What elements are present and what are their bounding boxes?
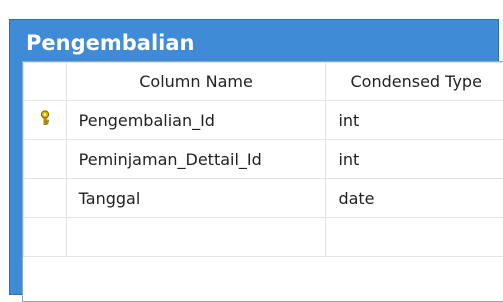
column-name-cell[interactable] xyxy=(66,218,326,257)
table-row[interactable]: Peminjaman_Dettail_Id int xyxy=(24,140,503,179)
columns-table: Column Name Condensed Type Pe xyxy=(23,62,503,257)
row-selector[interactable] xyxy=(24,218,67,257)
row-selector[interactable] xyxy=(24,101,67,140)
column-name-cell[interactable]: Tanggal xyxy=(66,179,326,218)
table-designer-box[interactable]: Pengembalian Column Name Condensed Type xyxy=(9,19,499,295)
row-selector[interactable] xyxy=(24,140,67,179)
column-name-cell[interactable]: Pengembalian_Id xyxy=(66,101,326,140)
column-type-cell[interactable]: int xyxy=(326,140,503,179)
table-title: Pengembalian xyxy=(26,21,194,65)
column-grid: Column Name Condensed Type Pe xyxy=(22,61,503,302)
column-type-cell[interactable] xyxy=(326,218,503,257)
column-type-cell[interactable]: int xyxy=(326,101,503,140)
row-selector[interactable] xyxy=(24,179,67,218)
primary-key-icon xyxy=(39,110,51,130)
column-name-header: Column Name xyxy=(66,63,326,101)
column-name-cell[interactable]: Peminjaman_Dettail_Id xyxy=(66,140,326,179)
caret-glyph: ˇ xyxy=(86,0,93,5)
condensed-type-header: Condensed Type xyxy=(326,63,503,101)
table-row[interactable] xyxy=(24,218,503,257)
column-type-cell[interactable]: date xyxy=(326,179,503,218)
table-row[interactable]: Pengembalian_Id int xyxy=(24,101,503,140)
table-row[interactable]: Tanggal date xyxy=(24,179,503,218)
row-selector-header xyxy=(24,63,67,101)
header-row: Column Name Condensed Type xyxy=(24,63,503,101)
